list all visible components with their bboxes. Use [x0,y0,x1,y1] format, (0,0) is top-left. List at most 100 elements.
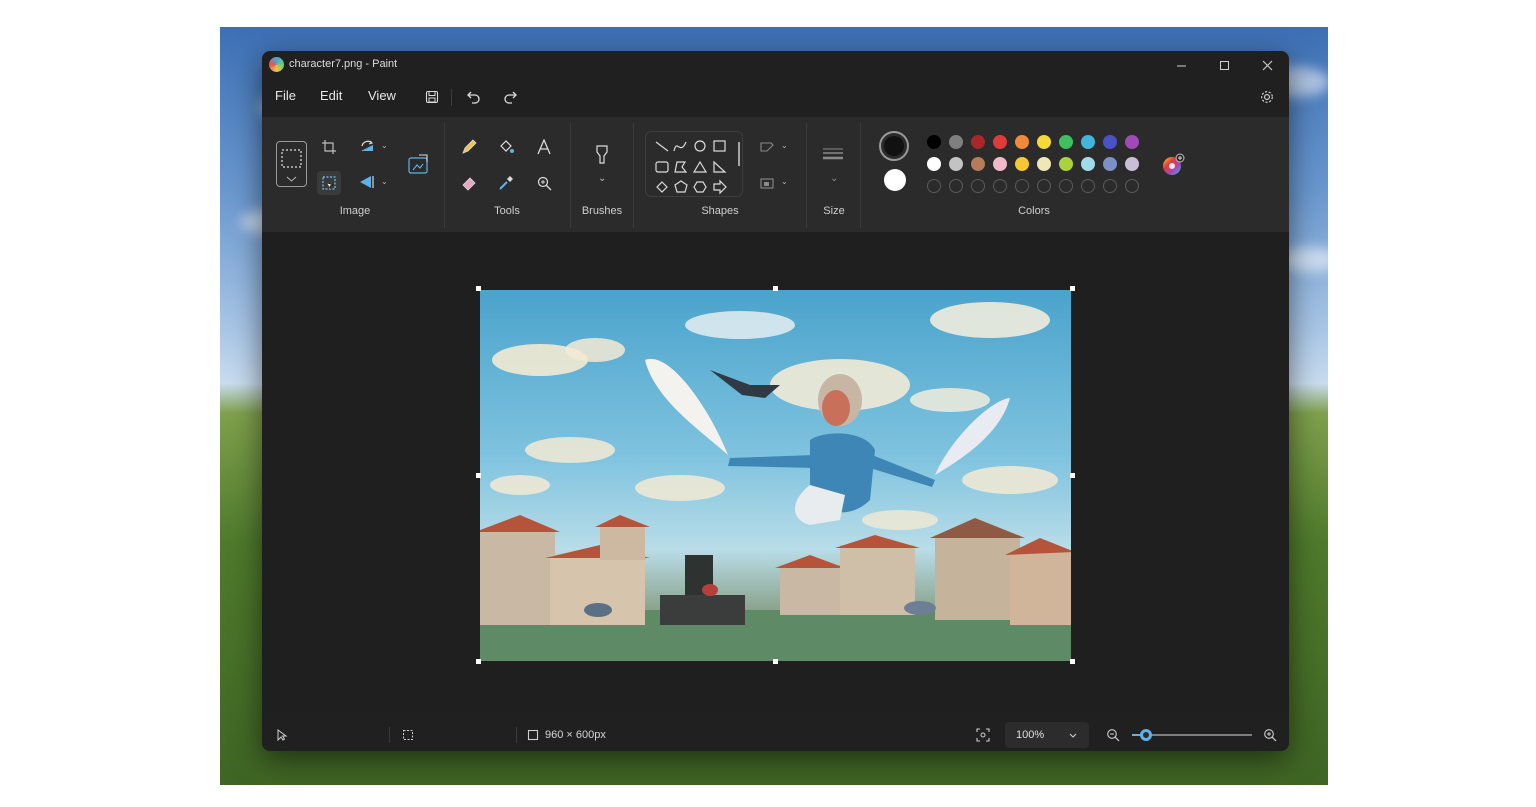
color-swatch[interactable] [971,135,985,149]
brushes-dropdown-chevron-icon[interactable]: ⌄ [598,173,606,184]
group-divider [860,123,861,228]
color-swatch[interactable] [1103,135,1117,149]
zoom-slider-thumb[interactable] [1140,729,1153,741]
color-swatch[interactable] [1125,135,1139,149]
color-swatch[interactable] [949,135,963,149]
color-swatch[interactable] [1015,135,1029,149]
status-divider [389,727,390,743]
color-swatch[interactable] [993,135,1007,149]
maximize-icon [1219,60,1229,70]
color-swatch[interactable] [1103,157,1117,171]
rotate-icon [361,140,374,151]
resize-handle-top[interactable] [773,286,778,291]
resize-handle-top-left[interactable] [476,286,481,291]
settings-button[interactable] [1255,86,1279,108]
size-button[interactable] [821,145,845,163]
color-swatch[interactable] [1059,157,1073,171]
resize-handle-bottom[interactable] [773,659,778,664]
zoom-level-dropdown[interactable]: 100% [1005,722,1089,748]
flip-dropdown-chevron-icon[interactable]: ⌄ [381,177,388,186]
resize-handle-bottom-right[interactable] [1070,659,1075,664]
color-swatch[interactable] [993,157,1007,171]
fill-dropdown-chevron-icon[interactable]: ⌄ [781,177,788,186]
custom-color-slot[interactable] [1081,179,1095,193]
tools-group-label: Tools [494,205,520,217]
zoom-in-button[interactable] [1261,726,1279,744]
color-swatch[interactable] [927,157,941,171]
shapes-gallery [645,131,743,197]
shape-outline-button[interactable] [757,138,777,156]
crop-icon [322,140,336,154]
color-picker-tool[interactable] [496,173,516,193]
text-icon [537,139,551,155]
shapes-gallery-icons [655,140,740,195]
status-bar: 960 × 600px 100% [262,719,1289,751]
custom-color-slot[interactable] [1037,179,1051,193]
save-button[interactable] [420,86,444,108]
magnifier-tool[interactable] [534,173,554,193]
resize-handle-top-right[interactable] [1070,286,1075,291]
brushes-button[interactable] [590,143,614,167]
custom-color-slot[interactable] [1103,179,1117,193]
selection-size-indicator [400,727,416,743]
rotate-dropdown-chevron-icon[interactable]: ⌄ [381,141,388,150]
outline-dropdown-chevron-icon[interactable]: ⌄ [781,141,788,150]
selection-button[interactable] [276,141,307,187]
group-divider [633,123,634,228]
menu-view[interactable]: View [368,88,396,103]
primary-color-button[interactable] [879,131,909,161]
resize-button[interactable] [405,152,431,178]
color-swatch[interactable] [1037,157,1051,171]
crop-button[interactable] [319,137,339,157]
custom-color-slot[interactable] [1015,179,1029,193]
custom-color-slot[interactable] [993,179,1007,193]
custom-color-slot[interactable] [971,179,985,193]
color-swatch[interactable] [971,157,985,171]
resize-handle-left[interactable] [476,473,481,478]
cursor-position-indicator [274,727,290,743]
rotate-button[interactable] [356,137,378,157]
fill-bucket-icon [500,140,514,153]
minimize-button[interactable] [1159,51,1203,79]
colors-group-label: Colors [1018,205,1050,217]
edit-colors-button[interactable] [1161,153,1185,177]
custom-color-slot[interactable] [927,179,941,193]
secondary-color-button[interactable] [884,169,906,191]
fit-to-window-button[interactable] [974,726,992,744]
color-swatch[interactable] [927,135,941,149]
zoom-in-icon [1264,729,1277,742]
resize-handle-bottom-left[interactable] [476,659,481,664]
maximize-button[interactable] [1202,51,1246,79]
zoom-out-icon [1107,729,1120,742]
canvas-image[interactable] [480,290,1071,661]
close-button[interactable] [1245,51,1289,79]
custom-color-slot[interactable] [1059,179,1073,193]
color-swatch[interactable] [949,157,963,171]
menu-edit[interactable]: Edit [320,88,342,103]
custom-color-slot[interactable] [949,179,963,193]
zoom-out-button[interactable] [1104,726,1122,744]
shapes-group-label: Shapes [701,205,739,217]
fill-tool[interactable] [496,137,516,157]
color-swatch[interactable] [1125,157,1139,171]
custom-color-slot[interactable] [1125,179,1139,193]
color-swatch[interactable] [1015,157,1029,171]
color-swatch[interactable] [1081,135,1095,149]
paint-window: character7.png - Paint File Edit View ⌄ … [262,51,1289,751]
eraser-tool[interactable] [459,173,479,193]
resize-handle-right[interactable] [1070,473,1075,478]
color-swatch[interactable] [1059,135,1073,149]
size-dropdown-chevron-icon[interactable]: ⌄ [830,173,838,184]
menu-file[interactable]: File [275,88,296,103]
pencil-tool[interactable] [459,137,479,157]
text-tool[interactable] [534,136,554,158]
undo-button[interactable] [462,86,486,108]
color-swatch[interactable] [1081,157,1095,171]
flip-icon [360,176,374,188]
paint-app-icon [269,57,284,72]
color-swatch[interactable] [1037,135,1051,149]
flip-button[interactable] [356,172,378,192]
shape-fill-button[interactable] [757,174,777,192]
select-all-button[interactable] [317,171,341,195]
redo-button[interactable] [498,86,522,108]
